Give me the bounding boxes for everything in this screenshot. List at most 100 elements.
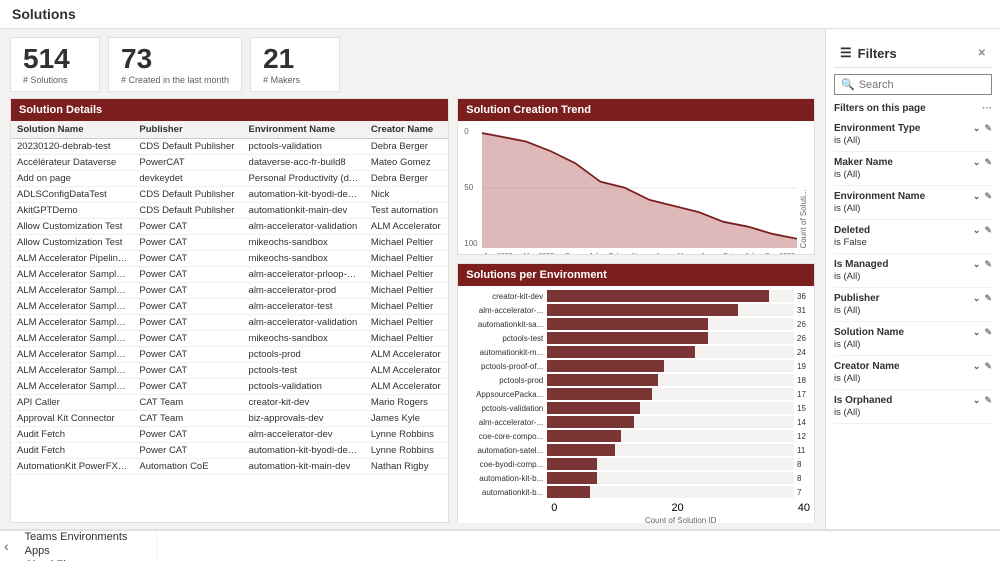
filter-item[interactable]: Deleted ⌄ ✎ is False (834, 220, 992, 254)
filter-icon: ☰ (840, 45, 852, 61)
stat-solutions-label: # Solutions (23, 75, 87, 85)
table-row[interactable]: Approval Kit ConnectorCAT Teambiz-approv… (11, 410, 448, 426)
tab-teams-environments[interactable]: Teams Environments (13, 531, 157, 545)
table-row[interactable]: Accélérateur DataversePowerCATdataverse-… (11, 154, 448, 170)
bar-x-title: Count of Solution ID (462, 516, 810, 523)
filter-item[interactable]: Environment Type ⌄ ✎ is (All) (834, 118, 992, 152)
edit-icon[interactable]: ✎ (984, 327, 992, 338)
table-row[interactable]: AkitGPTDemoCDS Default Publisherautomati… (11, 202, 448, 218)
stat-makers: 21 # Makers (250, 37, 340, 92)
filters-close-icon[interactable]: ✕ (978, 48, 986, 59)
stat-makers-number: 21 (263, 44, 327, 75)
table-row[interactable]: Audit FetchPower CATautomation-kit-byodi… (11, 442, 448, 458)
filters-search-input[interactable] (859, 79, 985, 91)
chevron-down-icon[interactable]: ⌄ (973, 225, 981, 236)
stat-created: 73 # Created in the last month (108, 37, 242, 92)
filter-item-title: Creator Name ⌄ ✎ (834, 361, 992, 372)
tab-apps[interactable]: Apps (13, 545, 157, 559)
table-row[interactable]: ALM Accelerator Sample SolutionPower CAT… (11, 378, 448, 394)
filter-item[interactable]: Publisher ⌄ ✎ is (All) (834, 288, 992, 322)
trend-chart-body: 100 50 0 (458, 121, 814, 255)
table-row[interactable]: ALM Accelerator Sample SolutionPower CAT… (11, 266, 448, 282)
chevron-down-icon[interactable]: ⌄ (973, 191, 981, 202)
bar-row: pctools-test26 (462, 332, 810, 344)
chevron-down-icon[interactable]: ⌄ (973, 327, 981, 338)
stat-created-number: 73 (121, 44, 229, 75)
filters-search-box[interactable]: 🔍 (834, 74, 992, 95)
table-row[interactable]: ALM Accelerator Pipelines SolutionPower … (11, 250, 448, 266)
table-row[interactable]: API CallerCAT Teamcreator-kit-devMario R… (11, 394, 448, 410)
filter-item-title: Environment Type ⌄ ✎ (834, 123, 992, 134)
col-publisher: Publisher (133, 121, 242, 139)
table-row[interactable]: AutomationKit PowerFX ROI CalculatorAuto… (11, 458, 448, 474)
edit-icon[interactable]: ✎ (984, 225, 992, 236)
filter-item-title: Publisher ⌄ ✎ (834, 293, 992, 304)
table-row[interactable]: ALM Accelerator Sample SolutionPower CAT… (11, 346, 448, 362)
filter-item-value: is (All) (834, 134, 992, 146)
trend-svg: Jun 2023May 2023DecJulFebNovAprMarJanOct… (482, 127, 797, 249)
table-container[interactable]: Solution Name Publisher Environment Name… (11, 121, 448, 522)
table-row[interactable]: Allow Customization TestPower CATmikeoch… (11, 234, 448, 250)
stat-makers-label: # Makers (263, 75, 327, 85)
trend-y-title: Count of Soluti... (797, 127, 808, 249)
bar-row: creator-kit-dev36 (462, 290, 810, 302)
bar-chart-title: Solutions per Environment (458, 264, 814, 286)
edit-icon[interactable]: ✎ (984, 293, 992, 304)
table-row[interactable]: ALM Accelerator Sample SolutionPower CAT… (11, 298, 448, 314)
filter-item[interactable]: Environment Name ⌄ ✎ is (All) (834, 186, 992, 220)
table-row[interactable]: Add on pagedevkeydetPersonal Productivit… (11, 170, 448, 186)
col-environment-name: Environment Name (243, 121, 365, 139)
solution-details-panel: Solution Details Solution Name Publisher… (10, 98, 449, 523)
table-row[interactable]: ALM Accelerator Sample SolutionPower CAT… (11, 362, 448, 378)
chevron-down-icon[interactable]: ⌄ (973, 293, 981, 304)
bar-chart-panel: Solutions per Environment creator-kit-de… (457, 263, 815, 523)
table-row[interactable]: 20230120-debrab-testCDS Default Publishe… (11, 138, 448, 154)
bar-row: alm-accelerator-...31 (462, 304, 810, 316)
edit-icon[interactable]: ✎ (984, 395, 992, 406)
filter-item[interactable]: Is Managed ⌄ ✎ is (All) (834, 254, 992, 288)
table-row[interactable]: ALM Accelerator Sample SolutionPower CAT… (11, 282, 448, 298)
filter-item-title: Solution Name ⌄ ✎ (834, 327, 992, 338)
filter-item[interactable]: Creator Name ⌄ ✎ is (All) (834, 356, 992, 390)
chevron-down-icon[interactable]: ⌄ (973, 259, 981, 270)
chevron-down-icon[interactable]: ⌄ (973, 395, 981, 406)
table-row[interactable]: ALM Accelerator Sample SolutionPower CAT… (11, 314, 448, 330)
stat-created-label: # Created in the last month (121, 75, 229, 85)
bar-row: automationkit-sa...26 (462, 318, 810, 330)
filter-item[interactable]: Solution Name ⌄ ✎ is (All) (834, 322, 992, 356)
filter-item[interactable]: Is Orphaned ⌄ ✎ is (All) (834, 390, 992, 424)
bar-row: automation-satel...11 (462, 444, 810, 456)
bar-row: pctools-prod18 (462, 374, 810, 386)
bar-row: alm-accelerator-...14 (462, 416, 810, 428)
filter-item-value: is (All) (834, 270, 992, 282)
chevron-down-icon[interactable]: ⌄ (973, 123, 981, 134)
col-creator-name: Creator Name (365, 121, 448, 139)
filter-item-value: is (All) (834, 372, 992, 384)
chevron-down-icon[interactable]: ⌄ (973, 157, 981, 168)
filters-sidebar: ☰ Filters ✕ 🔍 Filters on this page ··· E… (825, 29, 1000, 529)
filter-item[interactable]: Maker Name ⌄ ✎ is (All) (834, 152, 992, 186)
table-header-row: Solution Name Publisher Environment Name… (11, 121, 448, 139)
filters-header: ☰ Filters ✕ (834, 37, 992, 68)
table-row[interactable]: Audit FetchPower CATalm-accelerator-devL… (11, 426, 448, 442)
edit-icon[interactable]: ✎ (984, 361, 992, 372)
solution-table: Solution Name Publisher Environment Name… (11, 121, 448, 475)
edit-icon[interactable]: ✎ (984, 123, 992, 134)
table-title: Solution Details (11, 99, 448, 121)
table-row[interactable]: ALM Accelerator Sample SolutionPower CAT… (11, 330, 448, 346)
chevron-down-icon[interactable]: ⌄ (973, 361, 981, 372)
trend-x-labels: Jun 2023May 2023DecJulFebNovAprMarJanOct… (482, 253, 797, 254)
filter-item-value: is False (834, 236, 992, 248)
tab-nav-left[interactable]: ‹ (0, 531, 13, 561)
edit-icon[interactable]: ✎ (984, 157, 992, 168)
table-row[interactable]: Allow Customization TestPower CATalm-acc… (11, 218, 448, 234)
stat-solutions-number: 514 (23, 44, 87, 75)
edit-icon[interactable]: ✎ (984, 191, 992, 202)
edit-icon[interactable]: ✎ (984, 259, 992, 270)
filter-item-title: Maker Name ⌄ ✎ (834, 157, 992, 168)
bar-row: coe-core-compo...12 (462, 430, 810, 442)
filters-more-icon[interactable]: ··· (982, 103, 992, 114)
table-row[interactable]: ADLSConfigDataTestCDS Default Publishera… (11, 186, 448, 202)
filter-item-title: Environment Name ⌄ ✎ (834, 191, 992, 202)
bar-row: automation-kit-b...8 (462, 472, 810, 484)
